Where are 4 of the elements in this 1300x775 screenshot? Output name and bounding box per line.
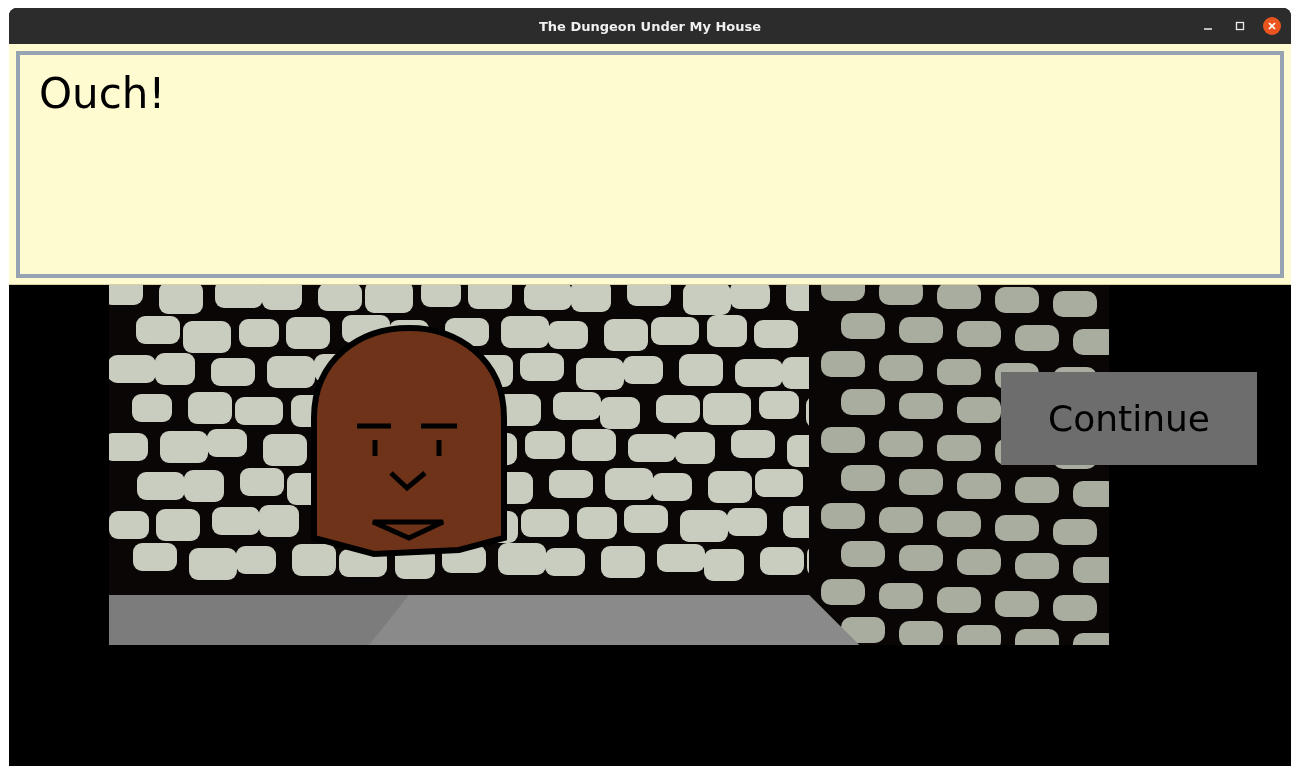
continue-button[interactable]: Continue [1001, 372, 1257, 465]
close-icon[interactable] [1263, 17, 1281, 35]
window-title: The Dungeon Under My House [539, 18, 761, 34]
dialog-text: Ouch! [39, 69, 167, 120]
